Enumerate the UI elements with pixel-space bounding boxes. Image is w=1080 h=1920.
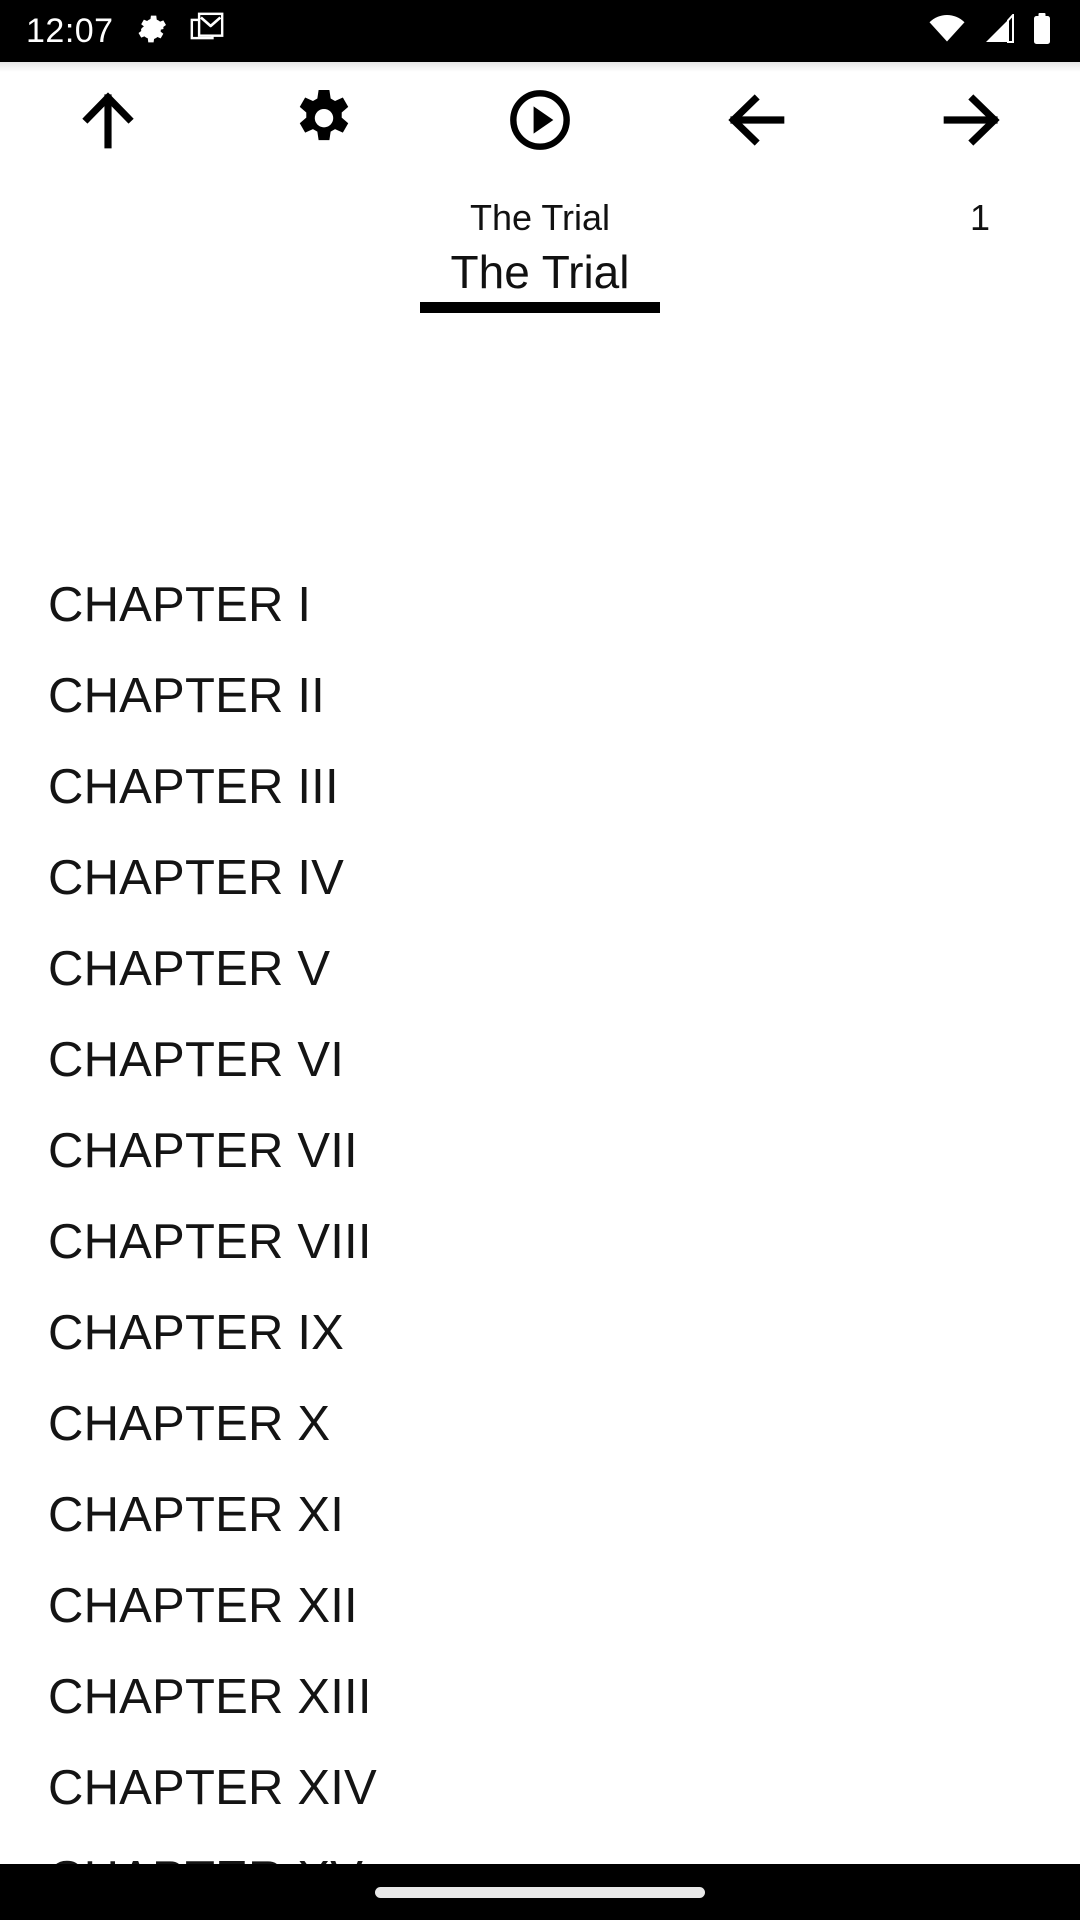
arrow-left-icon (723, 87, 789, 156)
list-item[interactable]: CHAPTER XIV (0, 1743, 1080, 1834)
chapter-label: CHAPTER XIV (48, 1761, 377, 1815)
chapter-label: CHAPTER IV (48, 851, 345, 905)
status-bar-clock: 12:07 (26, 12, 114, 50)
list-item[interactable]: CHAPTER XI (0, 1470, 1080, 1561)
settings-button[interactable] (216, 62, 432, 180)
list-item[interactable]: CHAPTER XV (0, 1834, 1080, 1865)
title-row: The Trial 1 (0, 190, 1080, 246)
chapter-label: CHAPTER IX (48, 1306, 345, 1360)
chapter-label: CHAPTER XII (48, 1579, 358, 1633)
home-indicator[interactable] (375, 1886, 705, 1898)
play-circle-icon (508, 88, 572, 155)
tab-label: The Trial (450, 246, 630, 298)
list-item[interactable]: CHAPTER XII (0, 1561, 1080, 1652)
list-item[interactable]: CHAPTER III (0, 742, 1080, 833)
tab-strip: The Trial (0, 246, 1080, 316)
go-up-button[interactable] (0, 62, 216, 180)
list-item[interactable]: CHAPTER IV (0, 833, 1080, 924)
status-bar-right (928, 11, 1080, 50)
page-number: 1 (969, 197, 991, 238)
chapter-label: CHAPTER XI (48, 1488, 345, 1542)
arrow-up-icon (75, 87, 141, 156)
chapter-label: CHAPTER VI (48, 1033, 345, 1087)
wifi-icon (928, 14, 966, 49)
list-item[interactable]: CHAPTER VIII (0, 1197, 1080, 1288)
list-item[interactable]: CHAPTER II (0, 651, 1080, 742)
chapter-label: CHAPTER X (48, 1397, 331, 1451)
chapter-label: CHAPTER III (48, 760, 339, 814)
tab-indicator (420, 302, 660, 313)
settings-icon (136, 13, 168, 50)
list-item[interactable]: CHAPTER XIII (0, 1652, 1080, 1743)
gear-icon (290, 86, 358, 157)
status-bar: 12:07 (0, 0, 1080, 62)
list-item[interactable]: CHAPTER X (0, 1379, 1080, 1470)
arrow-right-icon (939, 87, 1005, 156)
cellular-signal-icon (982, 11, 1016, 49)
chapter-label: CHAPTER VIII (48, 1215, 372, 1269)
chapter-label: CHAPTER VII (48, 1124, 358, 1178)
chapter-label: CHAPTER XV (48, 1855, 363, 1865)
chapter-list[interactable]: CHAPTER I CHAPTER II CHAPTER III CHAPTER… (0, 560, 1080, 1865)
list-item[interactable]: CHAPTER VI (0, 1015, 1080, 1106)
toolbar (0, 62, 1080, 180)
list-item[interactable]: CHAPTER I (0, 560, 1080, 651)
gmail-icon (190, 12, 224, 51)
chapter-label: CHAPTER XIII (48, 1670, 372, 1724)
chapter-label: CHAPTER II (48, 669, 325, 723)
chapter-label: CHAPTER V (48, 942, 331, 996)
status-bar-left: 12:07 (0, 12, 224, 51)
list-item[interactable]: CHAPTER IX (0, 1288, 1080, 1379)
tab-the-trial[interactable]: The Trial (395, 246, 685, 304)
list-item[interactable]: CHAPTER V (0, 924, 1080, 1015)
battery-icon (1032, 12, 1052, 50)
next-button[interactable] (864, 62, 1080, 180)
list-item[interactable]: CHAPTER VII (0, 1106, 1080, 1197)
system-navigation-bar (0, 1864, 1080, 1920)
play-button[interactable] (432, 62, 648, 180)
previous-button[interactable] (648, 62, 864, 180)
chapter-label: CHAPTER I (48, 578, 312, 632)
